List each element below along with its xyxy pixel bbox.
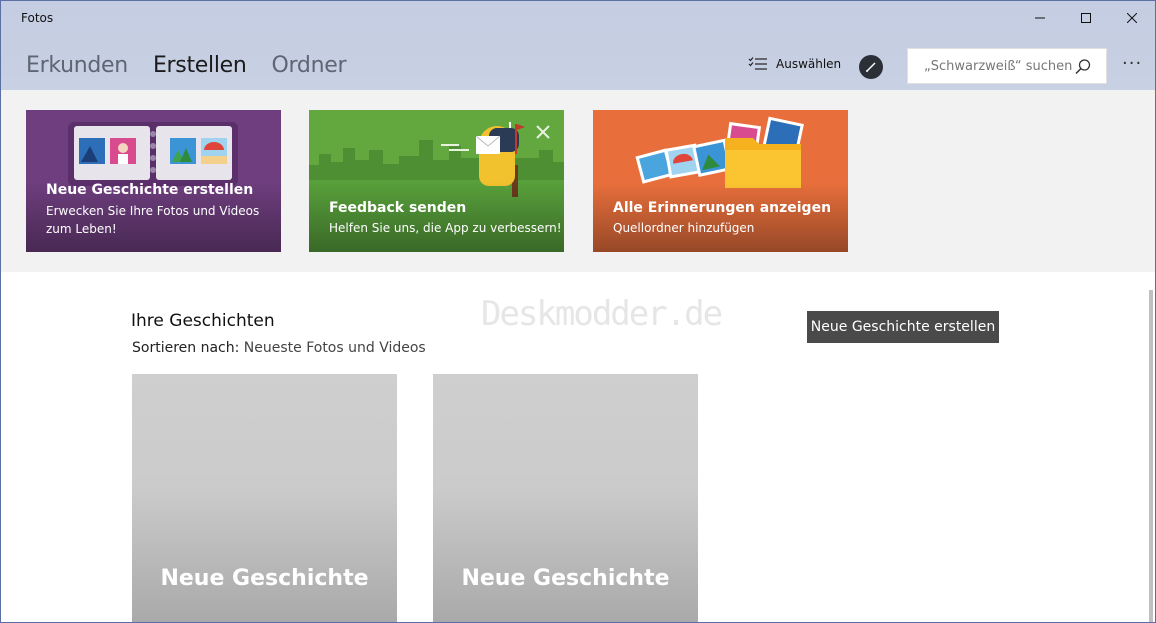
banner-memories[interactable]: Alle Erinnerungen anzeigen Quellordner h…: [593, 110, 848, 252]
card-shade: [309, 182, 564, 252]
banner-title: Neue Geschichte erstellen: [46, 182, 254, 198]
story-tile[interactable]: Neue Geschichte: [132, 374, 397, 622]
banner-feedback[interactable]: Feedback senden Helfen Sie uns, die App …: [309, 110, 564, 252]
search-input[interactable]: [924, 58, 1084, 74]
close-button[interactable]: [1109, 1, 1155, 35]
banner-new-story[interactable]: Neue Geschichte erstellen Erwecken Sie I…: [26, 110, 281, 252]
section-title: Ihre Geschichten: [131, 311, 275, 331]
more-options-button[interactable]: ···: [1122, 55, 1142, 73]
tab-erkunden[interactable]: Erkunden: [26, 53, 128, 78]
banner-subtitle: Quellordner hinzufügen: [613, 221, 755, 235]
tab-erstellen[interactable]: Erstellen: [153, 53, 247, 78]
tab-ordner[interactable]: Ordner: [272, 53, 347, 78]
search-box: [907, 48, 1107, 84]
select-label: Auswählen: [776, 57, 842, 71]
banner-title: Alle Erinnerungen anzeigen: [613, 200, 832, 216]
checklist-icon: [748, 57, 768, 71]
app-title: Fotos: [21, 11, 54, 25]
title-bar: Fotos: [1, 1, 1155, 35]
banner-title: Feedback senden: [329, 200, 467, 216]
maximize-icon: [1081, 13, 1091, 23]
banner-subtitle: Helfen Sie uns, die App zu verbessern!: [329, 221, 562, 235]
pen-button[interactable]: [859, 55, 883, 79]
search-icon[interactable]: [1074, 58, 1092, 80]
close-icon: [1127, 13, 1137, 23]
banner-subtitle: Erwecken Sie Ihre Fotos und Videos zum L…: [46, 204, 260, 236]
pen-icon: [866, 62, 876, 72]
sort-dropdown[interactable]: Neueste Fotos und Videos: [244, 340, 426, 356]
card-shade: [593, 182, 848, 252]
select-button[interactable]: Auswählen: [748, 57, 841, 71]
minimize-icon: [1035, 17, 1045, 19]
watermark: Deskmodder.de: [481, 294, 723, 334]
sort-row: Sortieren nach: Neueste Fotos und Videos: [132, 340, 426, 356]
maximize-button[interactable]: [1063, 1, 1109, 35]
story-tile[interactable]: Neue Geschichte: [433, 374, 698, 622]
story-label: Neue Geschichte: [160, 566, 369, 591]
photos-app-window: Fotos Erkunden Erstellen Ordner Auswähle…: [0, 0, 1156, 623]
create-story-button[interactable]: Neue Geschichte erstellen: [807, 311, 999, 343]
minimize-button[interactable]: [1017, 1, 1063, 35]
main-nav: Erkunden Erstellen Ordner: [26, 53, 371, 78]
scrollbar[interactable]: [1149, 290, 1153, 622]
sort-label: Sortieren nach:: [132, 340, 240, 356]
banner-strip: Neue Geschichte erstellen Erwecken Sie I…: [1, 90, 1155, 272]
app-header: Fotos Erkunden Erstellen Ordner Auswähle…: [1, 1, 1155, 90]
story-label: Neue Geschichte: [461, 566, 670, 591]
